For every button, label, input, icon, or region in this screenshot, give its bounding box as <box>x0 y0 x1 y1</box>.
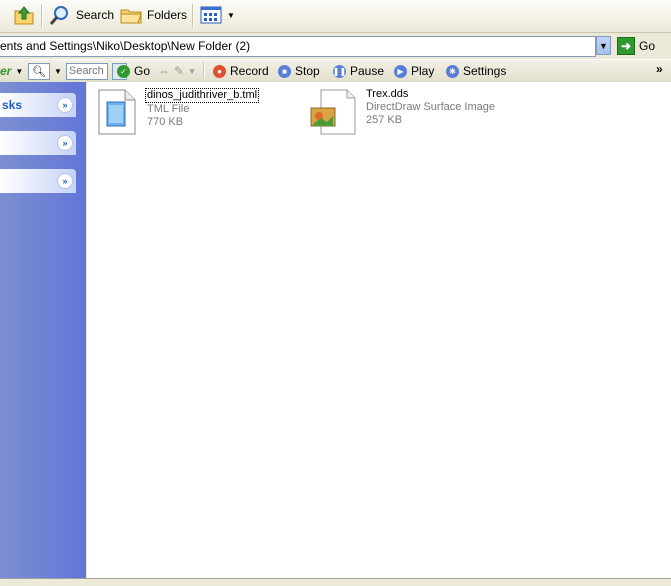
chevron-down-icon: ▼ <box>188 66 196 76</box>
toolbar-search-input[interactable] <box>65 62 108 80</box>
settings-icon: ✱ <box>446 64 459 78</box>
links-toolbar: er ▼ 🔍︎ ▼ ▼ ✓ Go ⇔ ✎ ▼ ● Record ■ Stop ❚… <box>0 59 671 83</box>
arrows-icon: ⇔ <box>158 64 170 78</box>
play-icon: ▶ <box>394 64 407 78</box>
file-type: DirectDraw Surface Image <box>366 101 495 113</box>
toolbar-separator <box>41 4 43 28</box>
file-info: dinos_judithriver_b.tml TML File 770 KB <box>145 88 260 136</box>
dds-image-icon <box>310 89 356 135</box>
task-pane-panel[interactable]: sks » <box>0 93 76 117</box>
double-chevron-down-icon[interactable]: » <box>57 135 73 151</box>
search-button[interactable]: Search <box>48 2 114 28</box>
toolbar-search-box[interactable]: 🔍︎ ▼ ▼ <box>28 62 127 80</box>
search-icon <box>49 6 68 25</box>
chevron-down-icon: ▼ <box>599 40 608 51</box>
address-go-button[interactable]: ➜ Go <box>617 35 655 57</box>
task-pane-panel[interactable]: » <box>0 169 76 193</box>
file-item[interactable]: Trex.dds DirectDraw Surface Image 257 KB <box>309 88 495 136</box>
chevron-down-icon: ▼ <box>15 66 24 76</box>
up-folder-icon <box>14 6 34 25</box>
toolbar-separator <box>203 62 205 78</box>
views-button[interactable]: ▼ <box>199 2 235 28</box>
task-pane-panel-label: sks <box>2 98 23 112</box>
stop-button[interactable]: ■ Stop <box>278 62 320 80</box>
toolbar-highlight-button[interactable]: ⇔ ✎ ▼ <box>158 62 196 80</box>
chevron-down-icon: ▼ <box>227 10 235 20</box>
play-button[interactable]: ▶ Play <box>394 62 434 80</box>
folders-button[interactable]: Folders <box>119 2 187 28</box>
chevron-down-icon: ▼ <box>54 66 62 76</box>
address-bar: ents and Settings\Niko\Desktop\New Folde… <box>0 33 671 59</box>
file-info: Trex.dds DirectDraw Surface Image 257 KB <box>363 88 495 136</box>
file-view[interactable]: dinos_judithriver_b.tml TML File 770 KB … <box>87 82 671 578</box>
task-pane-panel[interactable]: » <box>0 131 76 155</box>
toolbar-go-button[interactable]: ✓ Go <box>117 62 150 80</box>
toolbar-partial-label[interactable]: er ▼ <box>0 62 23 80</box>
toolbar-separator <box>192 4 194 28</box>
double-chevron-down-icon[interactable]: » <box>57 173 73 189</box>
address-dropdown-button[interactable]: ▼ <box>596 36 611 55</box>
pencil-icon: ✎ <box>174 64 185 78</box>
file-size: 770 KB <box>147 116 184 128</box>
go-arrow-icon: ➜ <box>617 37 635 55</box>
search-button-label: Search <box>76 8 115 22</box>
pause-icon: ❚❚ <box>332 64 347 78</box>
record-button[interactable]: ● Record <box>213 62 269 80</box>
address-go-label: Go <box>639 39 656 53</box>
file-item[interactable]: dinos_judithriver_b.tml TML File 770 KB <box>95 88 260 136</box>
search-icon: 🔍︎ <box>28 62 50 80</box>
settings-button[interactable]: ✱ Settings <box>446 62 506 80</box>
file-size: 257 KB <box>366 114 403 126</box>
pause-button[interactable]: ❚❚ Pause <box>333 62 384 80</box>
stop-icon: ■ <box>278 64 291 78</box>
folders-icon <box>120 9 142 24</box>
folders-button-label: Folders <box>147 8 188 22</box>
address-input[interactable]: ents and Settings\Niko\Desktop\New Folde… <box>0 36 596 57</box>
double-chevron-down-icon[interactable]: » <box>57 97 73 113</box>
checkmark-icon: ✓ <box>117 64 130 78</box>
tml-file-icon <box>98 89 136 135</box>
record-icon: ● <box>213 64 226 78</box>
standard-toolbar: Search Folders ▼ <box>0 0 671 33</box>
views-icon <box>200 6 222 24</box>
task-pane: sks » » » <box>0 82 86 578</box>
file-name: Trex.dds <box>366 88 409 100</box>
toolbar-overflow-button[interactable]: » <box>656 60 663 78</box>
file-name: dinos_judithriver_b.tml <box>145 88 260 103</box>
file-type: TML File <box>147 103 190 115</box>
up-folder-button[interactable] <box>12 2 36 28</box>
